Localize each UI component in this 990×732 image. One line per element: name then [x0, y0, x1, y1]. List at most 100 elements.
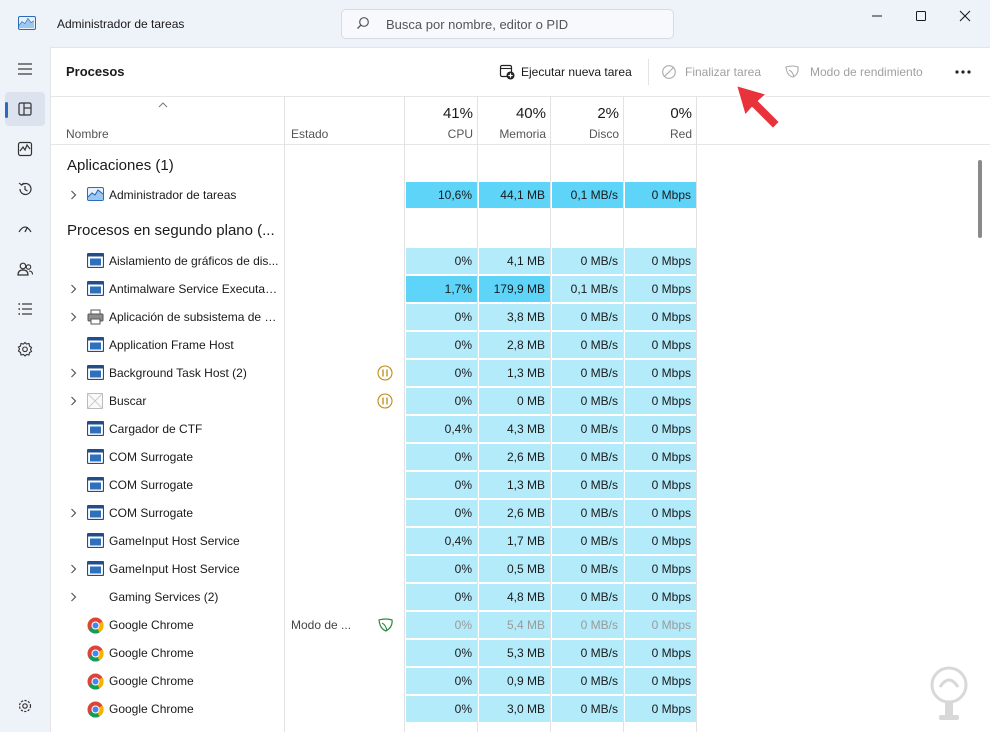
- memory-total-percent: 40%: [515, 105, 546, 122]
- table-row[interactable]: Background Task Host (2) 0% 1,3 MB 0 MB/s 0 …: [51, 359, 990, 387]
- memory-cell: 0,9 MB: [479, 668, 551, 694]
- processes-icon: [18, 102, 32, 116]
- details-icon: [18, 303, 32, 315]
- expand-chevron-icon[interactable]: [68, 188, 78, 202]
- disk-cell: 0 MB/s: [552, 612, 624, 638]
- nav-item-usuarios[interactable]: [5, 252, 45, 286]
- network-cell: 0 Mbps: [625, 500, 697, 526]
- table-row[interactable]: Aislamiento de gráficos de dis... 0% 4,1 M…: [51, 247, 990, 275]
- column-divider[interactable]: [404, 96, 405, 732]
- expand-chevron-icon[interactable]: [68, 590, 78, 604]
- table-row[interactable]: Administrador de tareas 10,6% 44,1 MB 0,1 M…: [51, 181, 990, 209]
- column-divider[interactable]: [696, 96, 697, 732]
- nav-item-detalles[interactable]: [5, 292, 45, 326]
- column-divider[interactable]: [623, 96, 624, 732]
- nav-item-configuracion[interactable]: [5, 689, 45, 723]
- cpu-label: CPU: [447, 127, 473, 141]
- expand-chevron-icon[interactable]: [68, 282, 78, 296]
- table-row[interactable]: COM Surrogate 0% 1,3 MB 0 MB/s 0 Mbps: [51, 471, 990, 499]
- table-row[interactable]: COM Surrogate 0% 2,6 MB 0 MB/s 0 Mbps: [51, 443, 990, 471]
- expand-chevron-icon[interactable]: [68, 366, 78, 380]
- table-row[interactable]: Google Chrome 0% 0,9 MB 0 MB/s 0 Mbps: [51, 667, 990, 695]
- end-task-button[interactable]: Finalizar tarea: [661, 60, 761, 84]
- window-icon: [86, 420, 105, 437]
- disk-cell: 0 MB/s: [552, 388, 624, 414]
- column-header-disk[interactable]: 2% Disco: [552, 97, 625, 146]
- annotation-arrow-icon: [735, 84, 781, 130]
- window-title: Administrador de tareas: [57, 17, 185, 31]
- nav-item-procesos[interactable]: [5, 92, 45, 126]
- active-indicator: [5, 102, 8, 118]
- process-name: Gaming Services (2): [109, 590, 219, 604]
- process-name: COM Surrogate: [109, 478, 194, 492]
- network-total-percent: 0%: [670, 105, 692, 122]
- table-row[interactable]: Gaming Services (2) 0% 4,8 MB 0 MB/s 0 Mbps: [51, 583, 990, 611]
- network-cell: 0 Mbps: [625, 472, 697, 498]
- memory-cell: 44,1 MB: [479, 182, 551, 208]
- process-status: Modo de ...: [291, 618, 352, 632]
- disk-label: Disco: [588, 127, 619, 141]
- group-header-apps: Aplicaciones (1): [67, 157, 174, 174]
- cpu-cell: 0%: [406, 612, 478, 638]
- column-header-network[interactable]: 0% Red: [625, 97, 698, 146]
- table-row[interactable]: Antimalware Service Executable 1,7% 179,9 …: [51, 275, 990, 303]
- disk-cell: 0 MB/s: [552, 248, 624, 274]
- table-row[interactable]: Buscar 0% 0 MB 0 MB/s 0 Mbps: [51, 387, 990, 415]
- expand-chevron-icon[interactable]: [68, 562, 78, 576]
- more-options-icon: [955, 70, 971, 74]
- table-row[interactable]: Google Chrome 0% 3,0 MB 0 MB/s 0 Mbps: [51, 695, 990, 723]
- table-row[interactable]: Google Chrome Modo de ... 0% 5,4 MB 0 MB/s 0 …: [51, 611, 990, 639]
- table-row[interactable]: COM Surrogate 0% 2,6 MB 0 MB/s 0 Mbps: [51, 499, 990, 527]
- chrome-icon: [87, 673, 104, 690]
- column-divider[interactable]: [477, 96, 478, 732]
- table-row[interactable]: GameInput Host Service 0% 0,5 MB 0 MB/s 0 Mb…: [51, 555, 990, 583]
- nav-item-historial[interactable]: [5, 172, 45, 206]
- efficiency-mode-button[interactable]: Modo de rendimiento: [784, 60, 923, 84]
- processes-panel: Procesos Ejecutar nueva tarea Finalizar …: [50, 47, 990, 732]
- search-box[interactable]: [341, 9, 674, 39]
- nav-menu-button[interactable]: [5, 52, 45, 86]
- settings-icon: [18, 699, 32, 713]
- run-new-task-button[interactable]: Ejecutar nueva tarea: [499, 60, 632, 84]
- table-row[interactable]: Application Frame Host 0% 2,8 MB 0 MB/s 0 Mb…: [51, 331, 990, 359]
- search-input[interactable]: [386, 15, 666, 33]
- network-cell: 0 Mbps: [625, 360, 697, 386]
- network-cell: 0 Mbps: [625, 276, 697, 302]
- sort-ascending-icon[interactable]: [158, 100, 168, 111]
- process-name: Aplicación de subsistema de c...: [109, 310, 279, 324]
- nav-item-inicio[interactable]: [5, 212, 45, 246]
- expand-chevron-icon[interactable]: [68, 394, 78, 408]
- column-header-memory[interactable]: 40% Memoria: [479, 97, 552, 146]
- cpu-cell: 0%: [406, 304, 478, 330]
- close-icon: [959, 10, 971, 22]
- table-row[interactable]: Cargador de CTF 0,4% 4,3 MB 0 MB/s 0 Mbps: [51, 415, 990, 443]
- table-row[interactable]: Google Chrome 0% 5,3 MB 0 MB/s 0 Mbps: [51, 639, 990, 667]
- column-header-name[interactable]: Nombre: [66, 127, 109, 141]
- window-icon: [86, 336, 105, 353]
- column-divider[interactable]: [550, 96, 551, 732]
- table-row[interactable]: GameInput Host Service 0,4% 1,7 MB 0 MB/s 0 …: [51, 527, 990, 555]
- column-divider[interactable]: [284, 96, 285, 732]
- column-header-cpu[interactable]: 41% CPU: [406, 97, 479, 146]
- vertical-scrollbar[interactable]: [978, 160, 982, 238]
- expand-chevron-icon[interactable]: [68, 310, 78, 324]
- nav-item-rendimiento[interactable]: [5, 132, 45, 166]
- table-row[interactable]: Aplicación de subsistema de c... 0% 3,8 MB…: [51, 303, 990, 331]
- process-name: COM Surrogate: [109, 450, 194, 464]
- maximize-button[interactable]: [898, 0, 944, 32]
- network-cell: 0 Mbps: [625, 556, 697, 582]
- close-button[interactable]: [942, 0, 988, 32]
- network-cell: 0 Mbps: [625, 528, 697, 554]
- users-icon: [17, 262, 33, 276]
- window-icon: [86, 252, 105, 269]
- window-icon: [86, 364, 105, 381]
- minimize-button[interactable]: [854, 0, 900, 32]
- nav-item-servicios[interactable]: [5, 332, 45, 366]
- expand-chevron-icon[interactable]: [68, 506, 78, 520]
- process-list: Aplicaciones (1) Procesos en segundo pla…: [51, 145, 990, 732]
- network-cell: 0 Mbps: [625, 416, 697, 442]
- more-options-button[interactable]: [951, 60, 975, 84]
- process-name: Cargador de CTF: [109, 422, 203, 436]
- window-icon: [86, 476, 105, 493]
- column-header-status[interactable]: Estado: [291, 127, 328, 141]
